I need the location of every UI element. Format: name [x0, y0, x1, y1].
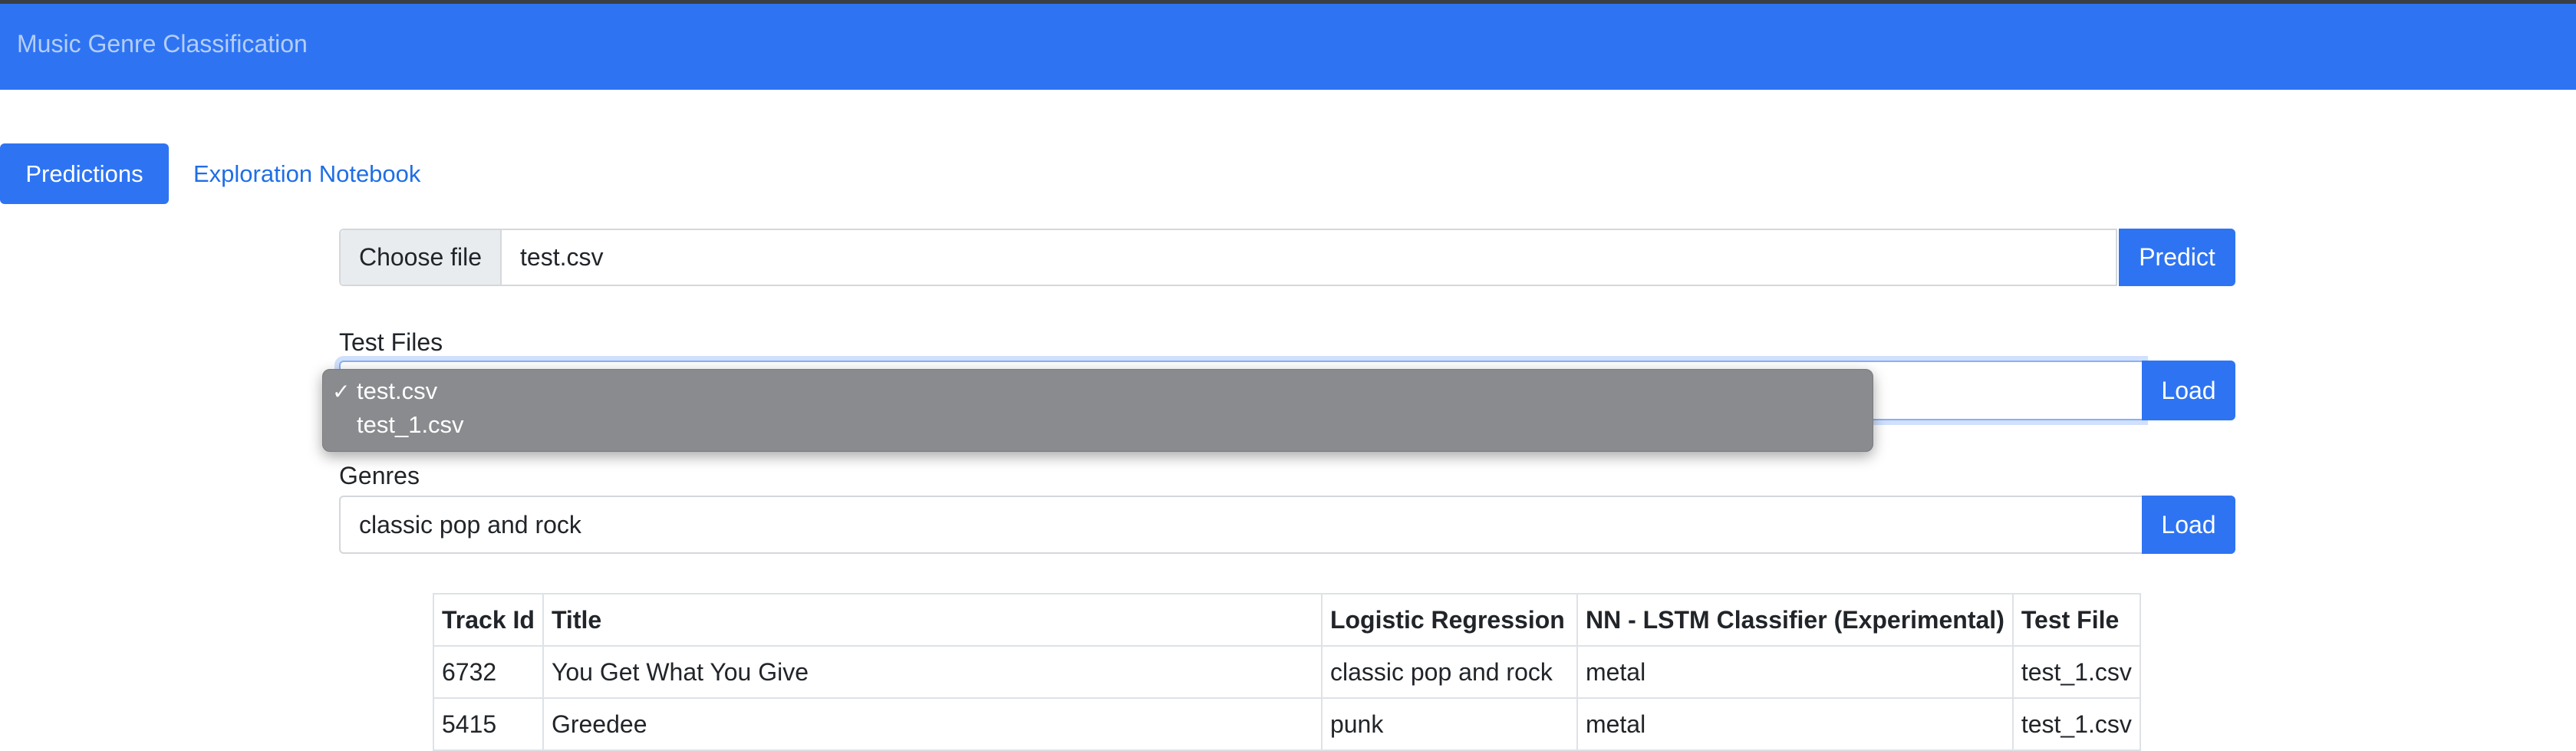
test-files-dropdown: ✓ test.csv test_1.csv — [322, 369, 1873, 452]
file-name-text: test.csv — [520, 243, 604, 271]
cell-test-file: test_1.csv — [2011, 697, 2141, 751]
genres-label: Genres — [339, 462, 420, 489]
column-header-logistic-regression: Logistic Regression — [1320, 593, 1578, 647]
dropdown-option-test-csv[interactable]: test.csv — [357, 377, 437, 405]
cell-title: Greedee — [542, 697, 1323, 751]
test-files-label: Test Files — [339, 328, 443, 356]
file-input[interactable]: Choose file test.csv — [339, 229, 2117, 286]
cell-logistic-regression: punk — [1320, 697, 1578, 751]
genres-select[interactable]: classic pop and rock — [339, 496, 2143, 554]
tab-predictions[interactable]: Predictions — [0, 143, 169, 204]
table-row: 6732 You Get What You Give classic pop a… — [433, 645, 2141, 699]
table-header-row: Track Id Title Logistic Regression NN - … — [433, 593, 2141, 647]
checkmark-icon: ✓ — [332, 380, 351, 403]
column-header-test-file: Test File — [2011, 593, 2141, 647]
predict-button[interactable]: Predict — [2119, 229, 2235, 286]
cell-title: You Get What You Give — [542, 645, 1323, 699]
column-header-title: Title — [542, 593, 1323, 647]
dropdown-option-test-1-csv[interactable]: test_1.csv — [357, 411, 464, 439]
tab-exploration-notebook[interactable]: Exploration Notebook — [193, 143, 420, 204]
column-header-track-id: Track Id — [433, 593, 544, 647]
choose-file-button[interactable]: Choose file — [341, 230, 502, 285]
table-row: 5415 Greedee punk metal test_1.csv — [433, 697, 2141, 751]
load-genre-button[interactable]: Load — [2142, 496, 2235, 554]
predictions-table: Track Id Title Logistic Regression NN - … — [433, 593, 2141, 751]
navbar-brand[interactable]: Music Genre Classification — [17, 30, 308, 58]
cell-nn-lstm: metal — [1576, 645, 2014, 699]
cell-test-file: test_1.csv — [2011, 645, 2141, 699]
cell-logistic-regression: classic pop and rock — [1320, 645, 1578, 699]
cell-track-id: 5415 — [433, 697, 544, 751]
navbar: Music Genre Classification — [0, 4, 2576, 90]
load-test-file-button[interactable]: Load — [2142, 361, 2235, 420]
cell-track-id: 6732 — [433, 645, 544, 699]
column-header-nn-lstm: NN - LSTM Classifier (Experimental) — [1576, 593, 2014, 647]
cell-nn-lstm: metal — [1576, 697, 2014, 751]
genres-selected-value: classic pop and rock — [359, 510, 581, 539]
